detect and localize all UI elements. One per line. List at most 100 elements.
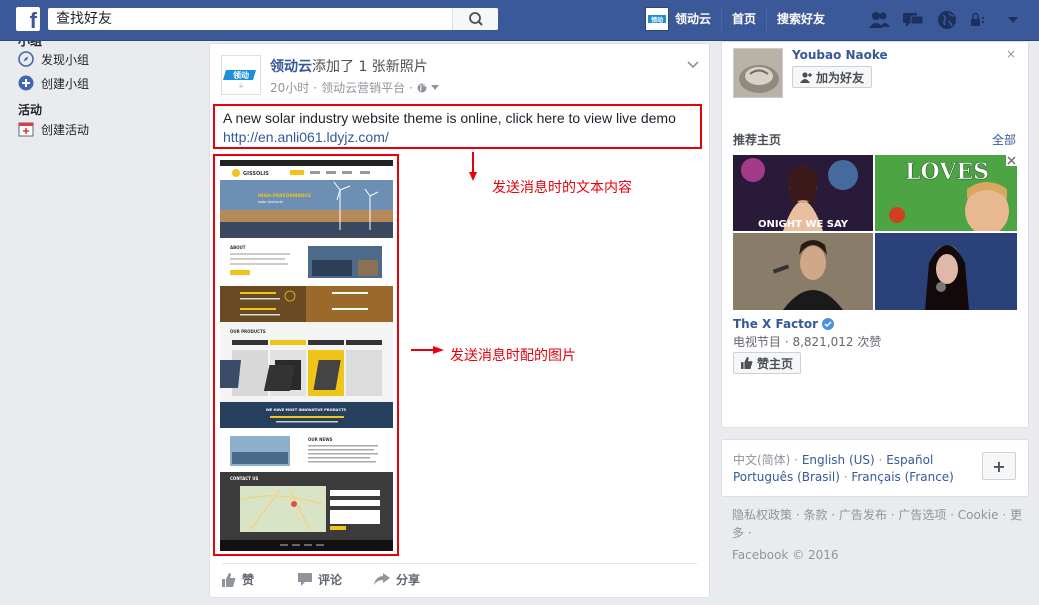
add-friend-button[interactable]: 加为好友 (792, 66, 873, 88)
language-french[interactable]: Français (France) (851, 470, 954, 484)
plus-icon: + (992, 456, 1006, 476)
post-message-text: A new solar industry website theme is on… (223, 110, 676, 126)
post-header: 领动云添加了 1 张新照片 (270, 56, 428, 76)
site-contact: CONTACT US (230, 476, 259, 481)
like-label: 赞 (242, 573, 255, 587)
site-products: OUR PRODUCTS (230, 329, 266, 334)
notifications-globe-icon[interactable] (935, 9, 959, 31)
post-author-link[interactable]: 领动云 (270, 59, 312, 75)
thumbs-up-icon (741, 357, 753, 369)
post-actions: 赞 评论 分享 (222, 571, 420, 588)
suggested-pages-title: 推荐主页 (733, 133, 782, 147)
post-source[interactable]: 领动云营销平台 (321, 79, 405, 96)
top-nav: 领动 领动云 首页 搜索好友 (645, 7, 835, 31)
find-friends-link[interactable]: 搜索好友 (766, 7, 835, 31)
right-rail-suggestions: Youbao Naoke × 加为好友 推荐主页 全部 ONIGHT WE SA… (721, 41, 1029, 428)
site-news: OUR NEWS (308, 437, 333, 442)
top-bar: f 领动 领动云 首页 搜索好友 (0, 0, 1039, 41)
calendar-plus-icon (18, 121, 34, 137)
svg-text:领动: 领动 (233, 70, 249, 80)
language-spanish[interactable]: Español (886, 453, 933, 467)
post-divider (222, 563, 697, 564)
cover-tile-2: LOVES (875, 155, 1017, 231)
share-label: 分享 (396, 573, 421, 587)
lang-separator: · (839, 470, 852, 484)
audience-chevron-down-icon[interactable] (430, 84, 439, 91)
site-hero-sub: solar products (258, 200, 283, 204)
sidebar-item-label: 创建活动 (41, 122, 90, 137)
lang-separator: · (874, 453, 887, 467)
post-timestamp[interactable]: 20小时 (270, 79, 309, 96)
globe-icon[interactable] (417, 83, 427, 93)
close-icon[interactable]: × (1006, 47, 1016, 61)
red-arrow-right-icon (411, 346, 444, 354)
cover-tile-4 (875, 233, 1017, 310)
home-link[interactable]: 首页 (721, 7, 766, 31)
messages-icon[interactable] (901, 9, 925, 31)
compass-icon (18, 51, 34, 67)
user-avatar[interactable]: 领动 (645, 7, 669, 31)
suggested-page-name[interactable]: The X Factor (733, 317, 835, 331)
plus-circle-icon (18, 75, 34, 91)
post-image-highlight: GISSOLIS HIGH-PERFORMANCE solar products… (213, 154, 399, 556)
svg-text:领动: 领动 (651, 16, 663, 24)
search-button[interactable] (452, 8, 498, 30)
post-meta: 20小时 · 领动云营销平台 · (270, 79, 439, 96)
site-banner: WE HAVE MOST INNOVATIVE PRODUCTS (266, 408, 347, 412)
copyright: Facebook © 2016 (732, 548, 839, 562)
account-menu-chevron-down-icon[interactable] (1005, 9, 1021, 31)
suggested-page-cover[interactable]: ONIGHT WE SAY LOVES (733, 155, 1017, 310)
current-language: 中文(简体) · (733, 453, 802, 467)
more-languages-button[interactable]: + (982, 452, 1016, 480)
cover-tile-1: ONIGHT WE SAY (733, 155, 873, 231)
language-list: 中文(简体) · English (US) · Español Portuguê… (733, 452, 978, 486)
friend-requests-icon[interactable] (867, 9, 891, 31)
like-page-button[interactable]: 赞主页 (733, 352, 802, 374)
pymk-name-link[interactable]: Youbao Naoke (792, 48, 888, 62)
post-photo[interactable]: GISSOLIS HIGH-PERFORMANCE solar products… (220, 160, 393, 551)
annotation-image: 发送消息时配的图片 (450, 348, 576, 364)
site-hero-text: HIGH-PERFORMANCE (258, 193, 311, 199)
language-english[interactable]: English (US) (802, 453, 875, 467)
sidebar-item-create-event[interactable]: 创建活动 (18, 119, 198, 139)
sidebar-item-create-group[interactable]: 创建小组 (18, 71, 198, 95)
share-button[interactable]: 分享 (374, 571, 420, 588)
post-message-highlight: A new solar industry website theme is on… (213, 104, 702, 149)
search-box (48, 8, 498, 30)
comment-button[interactable]: 评论 (298, 571, 342, 588)
thumbs-up-icon (222, 572, 236, 587)
search-icon (469, 12, 483, 26)
events-heading: 活动 (18, 103, 43, 117)
top-icons (867, 9, 1021, 31)
red-arrow-down-icon (469, 152, 477, 181)
site-about: ABOUT (230, 245, 246, 250)
add-friend-label: 加为好友 (816, 70, 865, 85)
see-all-link[interactable]: 全部 (992, 131, 1016, 148)
privacy-lock-icon[interactable] (969, 9, 995, 31)
suggested-page-meta: 电视节目 · 8,821,012 次赞 (733, 335, 882, 349)
svg-text:云: 云 (239, 83, 243, 88)
footer-links[interactable]: 隐私权政策 · 条款 · 广告发布 · 广告选项 · Cookie · 更多 · (732, 506, 1022, 542)
page-name-text: The X Factor (733, 317, 819, 331)
post-link[interactable]: http://en.anli061.ldyjz.com/ (223, 129, 389, 145)
post-options-chevron-down-icon[interactable] (687, 58, 699, 72)
search-input[interactable] (48, 8, 448, 30)
like-button[interactable]: 赞 (222, 571, 254, 588)
tile-caption: ONIGHT WE SAY (758, 219, 849, 230)
sidebar-item-discover-groups[interactable]: 发现小组 (18, 47, 198, 71)
cover-tile-3 (733, 233, 873, 310)
comment-icon (298, 573, 313, 586)
meta-separator: · (409, 80, 413, 95)
facebook-logo[interactable]: f (16, 7, 40, 31)
language-portuguese[interactable]: Português (Brasil) (733, 470, 840, 484)
post-action-text: 添加了 1 张新照片 (312, 59, 428, 75)
tile-loves: LOVES (905, 159, 989, 185)
pymk-avatar[interactable] (733, 48, 783, 98)
post-author-avatar[interactable]: 领动 云 (221, 55, 261, 95)
verified-badge-icon (822, 318, 835, 330)
meta-separator: · (313, 80, 318, 95)
share-arrow-icon (374, 573, 391, 585)
comment-label: 评论 (318, 573, 343, 587)
like-page-label: 赞主页 (757, 356, 794, 371)
profile-link[interactable]: 领动云 (675, 7, 721, 31)
